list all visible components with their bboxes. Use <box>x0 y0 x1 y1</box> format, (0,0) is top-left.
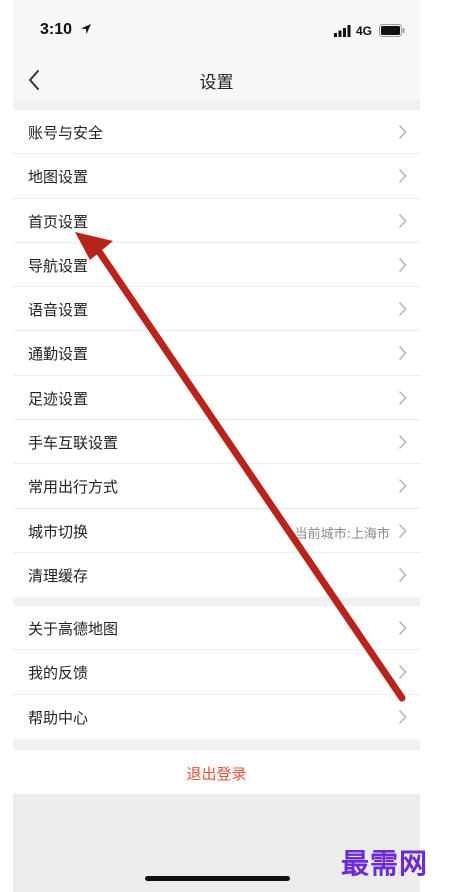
watermark-text: 最需网 <box>341 847 429 880</box>
current-city-value: 当前城市:上海市 <box>294 526 390 542</box>
settings-item-homepage[interactable]: 首页设置 <box>13 199 420 243</box>
chevron-right-icon <box>398 435 407 450</box>
chevron-right-icon <box>398 390 407 405</box>
settings-item-feedback[interactable]: 我的反馈 <box>13 650 420 695</box>
settings-item-label: 语音设置 <box>28 301 89 320</box>
settings-item-account-security[interactable]: 账号与安全 <box>13 110 420 155</box>
chevron-right-icon <box>398 257 407 272</box>
settings-item-label: 首页设置 <box>28 212 89 231</box>
settings-item-help[interactable]: 帮助中心 <box>13 695 420 739</box>
logout-button[interactable]: 退出登录 <box>13 763 420 784</box>
settings-item-label: 手车互联设置 <box>28 434 119 453</box>
page-title: 设置 <box>199 73 234 93</box>
battery-icon <box>379 24 405 37</box>
settings-item-label: 清理缓存 <box>28 566 89 585</box>
chevron-right-icon <box>398 302 407 317</box>
settings-item-navigation[interactable]: 导航设置 <box>13 243 420 288</box>
home-indicator <box>145 876 290 881</box>
settings-item-label: 通勤设置 <box>28 345 89 364</box>
chevron-right-icon <box>398 346 407 361</box>
settings-item-label: 常用出行方式 <box>28 478 119 497</box>
chevron-right-icon <box>398 124 407 140</box>
logout-row: 退出登录 <box>13 750 420 794</box>
settings-item-label: 城市切换 <box>28 522 89 541</box>
settings-item-city-switch[interactable]: 城市切换 当前城市:上海市 <box>13 509 420 553</box>
chevron-right-icon <box>398 479 407 494</box>
settings-item-commute[interactable]: 通勤设置 <box>13 331 420 376</box>
settings-item-label: 关于高德地图 <box>28 620 119 638</box>
phone-screen: 3:10 4G 设置 账号与安全 地图设置 首页设置 导航设置 语音设置 通勤设… <box>13 0 420 892</box>
settings-item-label: 我的反馈 <box>28 664 89 683</box>
settings-group-main: 账号与安全 地图设置 首页设置 导航设置 语音设置 通勤设置 足迹设置 手车互联… <box>13 110 420 598</box>
navigation-bar: 设置 <box>13 60 420 100</box>
settings-item-about[interactable]: 关于高德地图 <box>13 606 420 651</box>
settings-item-label: 导航设置 <box>28 256 89 275</box>
chevron-right-icon <box>398 620 407 636</box>
chevron-right-icon <box>398 523 407 538</box>
settings-item-footprint[interactable]: 足迹设置 <box>13 376 420 421</box>
settings-item-voice[interactable]: 语音设置 <box>13 287 420 332</box>
settings-item-travel-mode[interactable]: 常用出行方式 <box>13 464 420 509</box>
settings-group-about: 关于高德地图 我的反馈 帮助中心 <box>13 606 420 739</box>
status-bar: 3:10 4G <box>13 0 420 60</box>
chevron-right-icon <box>398 567 407 583</box>
chevron-right-icon <box>398 213 407 228</box>
chevron-right-icon <box>398 169 407 184</box>
settings-item-label: 账号与安全 <box>28 124 104 142</box>
signal-icon <box>334 25 351 37</box>
chevron-right-icon <box>398 709 407 724</box>
status-time: 3:10 <box>40 21 73 38</box>
settings-item-clear-cache[interactable]: 清理缓存 <box>13 553 420 597</box>
settings-item-car-link[interactable]: 手车互联设置 <box>13 420 420 465</box>
settings-item-label: 帮助中心 <box>28 708 89 727</box>
location-arrow-icon <box>81 24 91 34</box>
network-type: 4G <box>356 24 373 38</box>
chevron-right-icon <box>398 665 407 680</box>
settings-item-label: 足迹设置 <box>28 389 89 408</box>
settings-item-map[interactable]: 地图设置 <box>13 154 420 199</box>
settings-item-label: 地图设置 <box>28 168 89 187</box>
